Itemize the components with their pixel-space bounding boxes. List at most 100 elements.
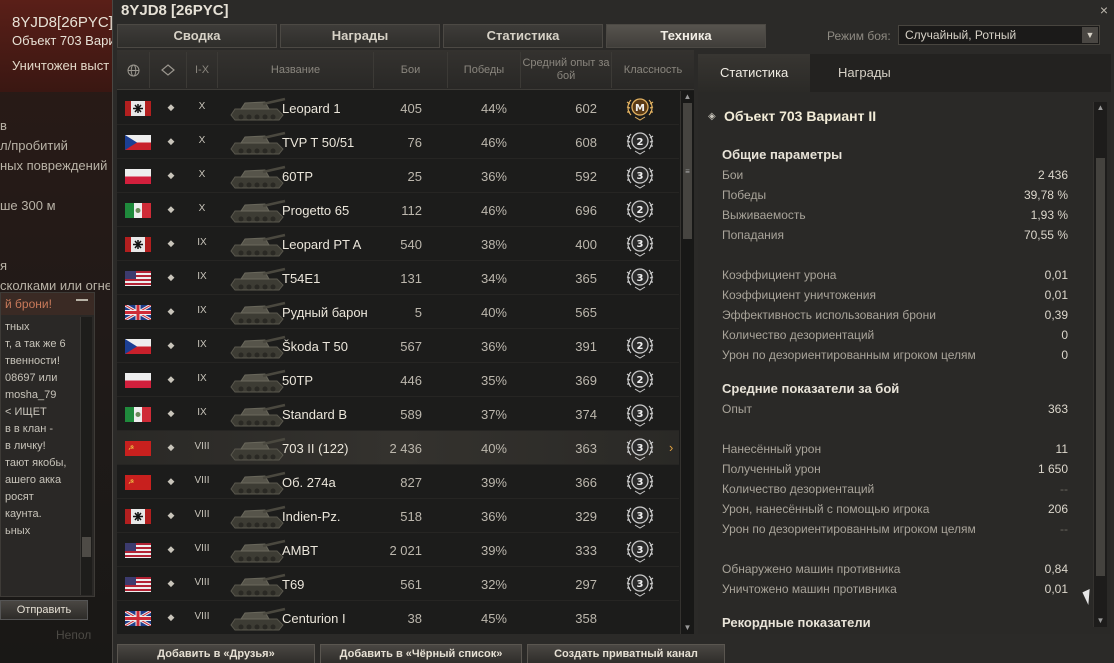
stat-row: Количество дезориентаций -- [722,482,1068,502]
stat-row: Количество дезориентаций 0 [722,328,1068,348]
add-blacklist-button[interactable]: Добавить в «Чёрный список» [320,644,522,663]
avg-xp-cell: 358 [575,611,597,626]
table-row[interactable]: ◆ X Progetto 65 112 46% 696 2 [117,193,679,227]
svg-text:3: 3 [637,443,644,454]
stat-row: Коэффициент урона 0,01 [722,268,1068,288]
tab-statistics[interactable]: Статистика [443,24,603,48]
mastery-class-3-badge-icon: 3 [625,435,655,461]
table-row[interactable]: ☭ ◆ VIII Об. 274а 827 39% 366 3 [117,465,679,499]
add-friend-button[interactable]: Добавить в «Друзья» [117,644,315,663]
stat-value: 363 [1047,402,1068,416]
table-row[interactable]: ◆ IX Standard B 589 37% 374 3 [117,397,679,431]
wins-cell: 38% [480,237,507,252]
scroll-up-icon[interactable]: ▲ [1095,103,1106,113]
table-row[interactable]: ☭ ◆ VIII 703 II (122) 2 436 40% 363 3 › [117,431,679,465]
avg-xp-cell: 391 [575,339,597,354]
stat-value: 0,01 [1044,288,1068,302]
mastery-class-3-badge-icon: 3 [625,163,655,189]
tank-icon [227,501,287,531]
stat-row: Уничтожено машин противника 0,01 [722,582,1068,602]
vehicle-class-icon: ◆ [167,544,175,554]
vehicle-class-icon: ◆ [167,408,175,418]
avg-xp-cell: 602 [575,101,597,116]
stat-value: 206 [1047,502,1068,516]
svg-text:3: 3 [637,579,644,590]
table-row[interactable]: ◆ IX Leopard PT A 540 38% 400 3 [117,227,679,261]
name-column-header[interactable]: Название [218,50,373,90]
table-row[interactable]: ◆ X 60TP 25 36% 592 3 [117,159,679,193]
vehicle-name-cell: Centurion I [282,611,346,626]
table-row[interactable]: ◆ X Leopard 1 405 44% 602 M [117,91,679,125]
background-player-name: 8YJD8[26PYC] [12,14,113,31]
tab-awards[interactable]: Награды [280,24,440,48]
stat-label: Опыт [722,402,752,416]
table-row[interactable]: ◆ VIII Indien-Pz. 518 36% 329 3 [117,499,679,533]
svg-text:☭: ☭ [128,444,134,452]
chevron-down-icon[interactable]: ▼ [1082,27,1098,43]
chat-scroll-thumb[interactable] [82,537,91,557]
table-row[interactable]: ◆ IX T54E1 131 34% 365 3 [117,261,679,295]
send-button[interactable]: Отправить [0,600,88,620]
table-row[interactable]: ◆ X TVP T 50/51 76 46% 608 2 [117,125,679,159]
table-row[interactable]: ◆ VIII Centurion I 38 45% 358 [117,601,679,634]
background-line: ных повреждений [0,158,108,173]
battle-mode-select[interactable]: Случайный, Ротный ▼ [898,25,1100,45]
tier-cell: VIII [194,475,210,486]
tier-column-header[interactable]: I-X [187,50,217,90]
private-channel-button[interactable]: Создать приватный канал [527,644,725,663]
stat-value: 0 [1061,328,1068,342]
scroll-down-icon[interactable]: ▼ [1095,616,1106,626]
flag-poland-icon [125,373,151,388]
chat-line: < ИЩЕТ [5,406,47,418]
battles-cell: 76 [407,135,422,150]
flag-germany-icon [125,509,151,524]
panel-scrollbar[interactable]: ▲ ▼ [1093,102,1107,627]
vehicle-name-cell: Leopard 1 [282,101,341,116]
background-window: 8YJD8[26PYC] Объект 703 Вари Уничтожен в… [0,0,114,663]
mastery-class-2-badge-icon: 2 [625,333,655,359]
battles-cell: 25 [407,169,422,184]
table-row[interactable]: ◆ IX 50TP 446 35% 369 2 [117,363,679,397]
stat-row: Урон по дезориентированным игроком целям… [722,348,1068,368]
background-line: л/пробитий [0,138,68,153]
flag-poland-icon [125,169,151,184]
tab-vehicles[interactable]: Техника [606,24,766,48]
mastery-class-3-badge-icon: 3 [625,231,655,257]
table-scrollbar[interactable]: ▲ ≡ ▼ [680,91,694,634]
vehicle-class-icon: ◆ [167,612,175,622]
vehicle-class-icon: ◆ [167,238,175,248]
mastery-class-3-badge-icon: 3 [625,265,655,291]
stat-row: Выживаемость 1,93 % [722,208,1068,228]
wins-cell: 45% [480,611,507,626]
table-row[interactable]: ◆ VIII T69 561 32% 297 3 [117,567,679,601]
mastery-column-header[interactable]: Классность [612,50,694,90]
table-row[interactable]: ◆ VIII AMBT 2 021 39% 333 3 [117,533,679,567]
panel-tab-awards[interactable]: Награды [816,54,913,92]
battles-column-header[interactable]: Бои [374,50,447,90]
avg-xp-column-header[interactable]: Средний опыт за бой [521,50,611,90]
stat-row [722,248,1068,268]
panel-tab-statistics[interactable]: Статистика [698,54,811,92]
panel-scroll-thumb[interactable] [1096,158,1105,576]
nation-column-header[interactable] [117,50,149,90]
avg-xp-cell: 369 [575,373,597,388]
tab-summary[interactable]: Сводка [117,24,277,48]
vehicle-class-icon: ◆ [167,136,175,146]
battle-mode-value: Случайный, Ротный [905,28,1017,42]
wins-cell: 36% [480,169,507,184]
stat-row: Победы 39,78 % [722,188,1068,208]
stat-row: Урон по дезориентированным игроком целям… [722,522,1068,542]
table-row[interactable]: ◆ IX Рудный барон 5 40% 565 [117,295,679,329]
close-icon[interactable]: × [1100,2,1108,18]
type-column-header[interactable] [150,50,186,90]
minimize-icon[interactable] [76,299,88,301]
vehicle-class-icon: ◆ [167,476,175,486]
mastery-ace-badge-icon: M [625,95,655,121]
vehicle-name-cell: Škoda T 50 [282,339,349,354]
tier-cell: IX [197,305,207,316]
scroll-up-icon[interactable]: ▲ [682,92,693,102]
scroll-down-icon[interactable]: ▼ [682,623,693,633]
table-row[interactable]: ◆ IX Škoda T 50 567 36% 391 2 [117,329,679,363]
wins-column-header[interactable]: Победы [448,50,520,90]
mastery-empty [625,605,655,631]
